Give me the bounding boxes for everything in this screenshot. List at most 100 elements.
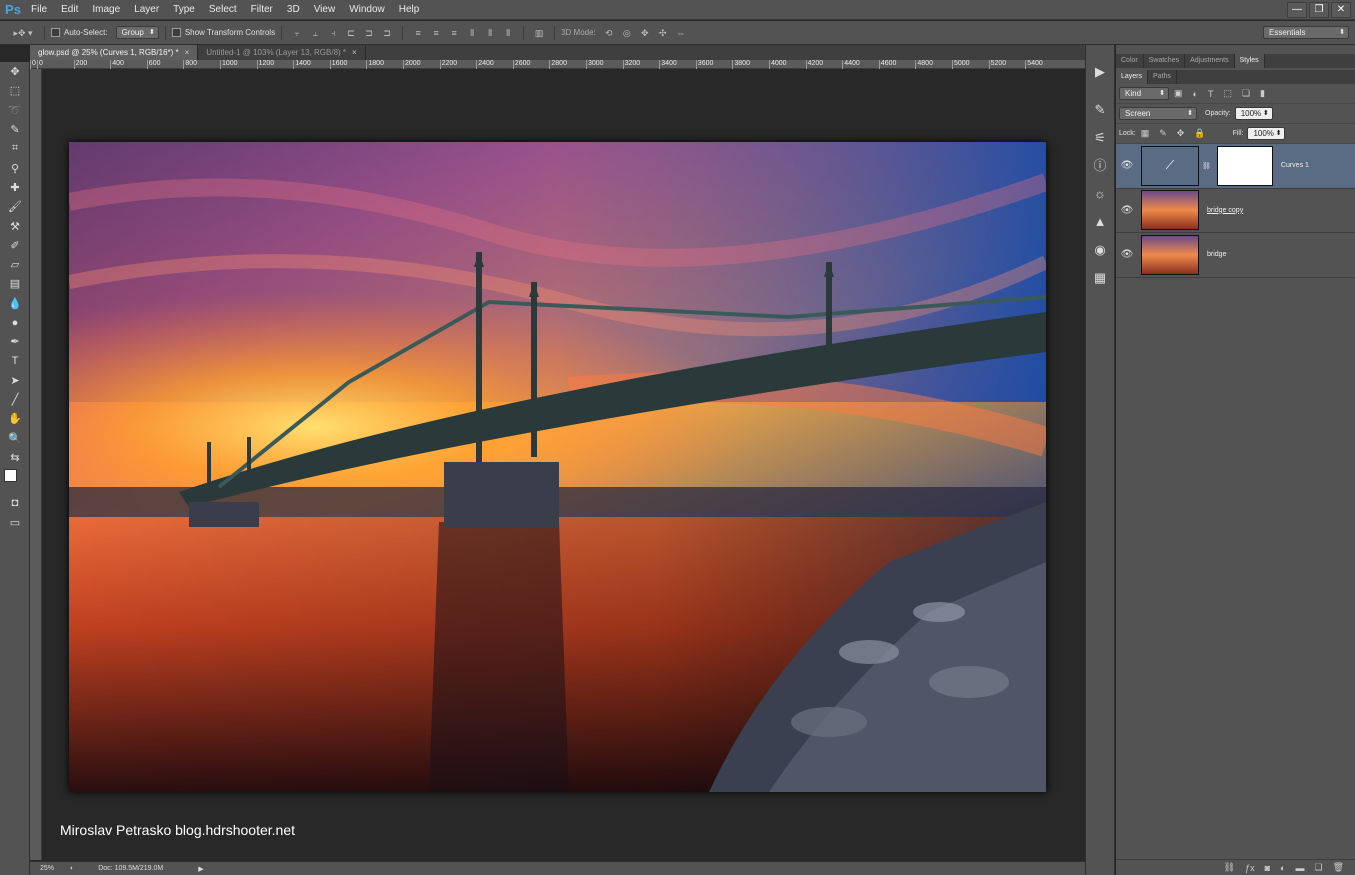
layer-bridge-copy[interactable]: 👁 bridge copy [1116, 189, 1355, 233]
layer-mask-thumbnail[interactable] [1216, 145, 1273, 186]
tab-styles[interactable]: Styles [1234, 54, 1265, 68]
type-tool-icon[interactable]: T [0, 351, 30, 370]
lock-position-icon[interactable]: ✥ [1177, 128, 1185, 139]
healing-brush-tool-icon[interactable]: ✚ [0, 178, 30, 197]
tool-presets-icon[interactable]: ⚟ [1089, 127, 1111, 149]
3d-scale-icon[interactable]: ⇔ [674, 26, 688, 40]
tab-paths[interactable]: Paths [1148, 70, 1177, 84]
filter-pixel-icon[interactable]: ▣ [1174, 88, 1183, 99]
lock-all-icon[interactable]: 🔒 [1194, 128, 1205, 139]
3d-roll-icon[interactable]: ◎ [620, 26, 634, 40]
align-vcenter-icon[interactable]: ⫠ [308, 26, 322, 40]
move-tool-preset-icon[interactable]: ▸✥ ▾ [10, 26, 36, 40]
blur-tool-icon[interactable]: 💧 [0, 294, 30, 313]
path-select-tool-icon[interactable]: ➤ [0, 371, 30, 390]
lock-pixels-icon[interactable]: ✎ [1159, 128, 1167, 139]
close-tab-icon[interactable]: × [185, 48, 190, 57]
brush-presets-icon[interactable]: ✎ [1089, 99, 1111, 121]
close-window-button[interactable]: ✕ [1331, 1, 1351, 18]
status-menu-arrow-icon[interactable]: ▶ [198, 865, 203, 873]
distribute-right-icon[interactable]: ⦀ [501, 26, 515, 40]
properties-panel-icon[interactable]: ▦ [1089, 267, 1111, 289]
quick-select-tool-icon[interactable]: ✎ [0, 120, 30, 139]
lasso-tool-icon[interactable]: ➰ [0, 101, 30, 120]
tab-untitled[interactable]: Untitled-1 @ 103% (Layer 13, RGB/8) * × [198, 45, 366, 60]
zoom-level[interactable]: 25% [40, 865, 66, 872]
eraser-tool-icon[interactable]: ▱ [0, 255, 30, 274]
play-actions-icon[interactable]: ▶ [1089, 61, 1111, 83]
align-left-icon[interactable]: ⊏ [344, 26, 358, 40]
eyedropper-tool-icon[interactable]: ⚲ [0, 158, 30, 177]
color-swatches[interactable] [0, 467, 29, 493]
opacity-input[interactable]: 100% [1234, 107, 1273, 120]
restore-button[interactable]: ❐ [1309, 1, 1329, 18]
filter-kind-dropdown[interactable]: Kind [1119, 87, 1169, 100]
blend-mode-dropdown[interactable]: Screen [1119, 107, 1197, 120]
align-bottom-icon[interactable]: ⫞ [326, 26, 340, 40]
mask-link-icon[interactable]: ⛓ [1202, 162, 1211, 170]
adjustments-panel-icon[interactable]: ☼ [1089, 183, 1111, 205]
menu-layer[interactable]: Layer [127, 0, 166, 20]
pen-tool-icon[interactable]: ✒ [0, 332, 30, 351]
align-right-icon[interactable]: ⊐ [380, 26, 394, 40]
auto-select-checkbox[interactable] [51, 28, 60, 37]
layer-name[interactable]: Curves 1 [1281, 162, 1309, 169]
link-layers-icon[interactable]: ⛓ [1224, 862, 1235, 873]
layer-style-fx-icon[interactable]: ƒx [1245, 863, 1255, 873]
new-layer-icon[interactable]: ❏ [1314, 862, 1322, 873]
tab-glow[interactable]: glow.psd @ 25% (Curves 1, RGB/16*) * × [30, 45, 199, 60]
filter-shape-icon[interactable]: ⬚ [1223, 88, 1232, 99]
new-group-icon[interactable]: ▬ [1295, 863, 1304, 873]
menu-view[interactable]: View [307, 0, 343, 20]
marquee-tool-icon[interactable]: ⬚ [0, 81, 30, 100]
foreground-color-swatch[interactable] [4, 469, 17, 483]
auto-select-dropdown[interactable]: Group [115, 26, 159, 39]
menu-select[interactable]: Select [202, 0, 244, 20]
info-panel-icon[interactable]: ⓘ [1089, 155, 1111, 177]
layer-name[interactable]: bridge copy [1207, 207, 1243, 214]
minimize-button[interactable]: — [1287, 1, 1307, 18]
filter-type-icon[interactable]: T [1208, 89, 1214, 99]
filter-toggle-icon[interactable]: ▮ [1260, 88, 1265, 99]
new-adjustment-icon[interactable]: ◐ [1280, 863, 1285, 873]
visibility-eye-icon[interactable]: 👁 [1116, 205, 1138, 216]
layer-name[interactable]: bridge [1207, 251, 1226, 258]
delete-layer-icon[interactable]: 🗑 [1333, 862, 1344, 873]
add-mask-icon[interactable]: ◙ [1265, 863, 1270, 873]
filter-smart-object-icon[interactable]: ❏ [1242, 88, 1250, 99]
tab-color[interactable]: Color [1116, 54, 1144, 68]
close-tab-icon[interactable]: × [352, 48, 357, 57]
layer-curves-1[interactable]: 👁 ⟋ ⛓ Curves 1 [1116, 144, 1355, 189]
distribute-vcenter-icon[interactable]: ≡ [429, 26, 443, 40]
tab-adjustments[interactable]: Adjustments [1185, 54, 1235, 68]
status-info-icon[interactable]: ◐ [70, 865, 74, 872]
gradient-tool-icon[interactable]: ▤ [0, 274, 30, 293]
menu-image[interactable]: Image [85, 0, 127, 20]
crop-tool-icon[interactable]: ⌗ [0, 139, 30, 158]
auto-align-icon[interactable]: ▥ [532, 26, 546, 40]
lock-transparent-icon[interactable]: ▦ [1141, 128, 1150, 139]
fill-input[interactable]: 100% [1247, 127, 1286, 140]
move-tool-icon[interactable]: ✥ [0, 62, 30, 81]
workspace-dropdown[interactable]: Essentials [1263, 26, 1349, 39]
history-brush-tool-icon[interactable]: ✐ [0, 236, 30, 255]
histogram-panel-icon[interactable]: ▲ [1089, 211, 1111, 233]
menu-3d[interactable]: 3D [280, 0, 307, 20]
align-hcenter-icon[interactable]: ⊐ [362, 26, 376, 40]
quick-mask-icon[interactable]: ◘ [0, 493, 30, 512]
document-image[interactable] [69, 142, 1046, 792]
hand-tool-icon[interactable]: ✋ [0, 409, 30, 428]
distribute-bottom-icon[interactable]: ≡ [447, 26, 461, 40]
transform-controls-checkbox[interactable] [171, 28, 181, 37]
menu-type[interactable]: Type [166, 0, 202, 20]
brush-tool-icon[interactable]: 🖌 [0, 197, 30, 216]
distribute-top-icon[interactable]: ≡ [411, 26, 425, 40]
distribute-hcenter-icon[interactable]: ⦀ [483, 26, 497, 40]
tab-swatches[interactable]: Swatches [1144, 54, 1186, 68]
menu-edit[interactable]: Edit [54, 0, 85, 20]
filter-adjustment-icon[interactable]: ◐ [1193, 89, 1198, 99]
menu-filter[interactable]: Filter [244, 0, 280, 20]
visibility-eye-icon[interactable]: 👁 [1116, 160, 1138, 171]
visibility-eye-icon[interactable]: 👁 [1116, 249, 1138, 260]
screen-mode-icon[interactable]: ▭ [0, 513, 30, 532]
